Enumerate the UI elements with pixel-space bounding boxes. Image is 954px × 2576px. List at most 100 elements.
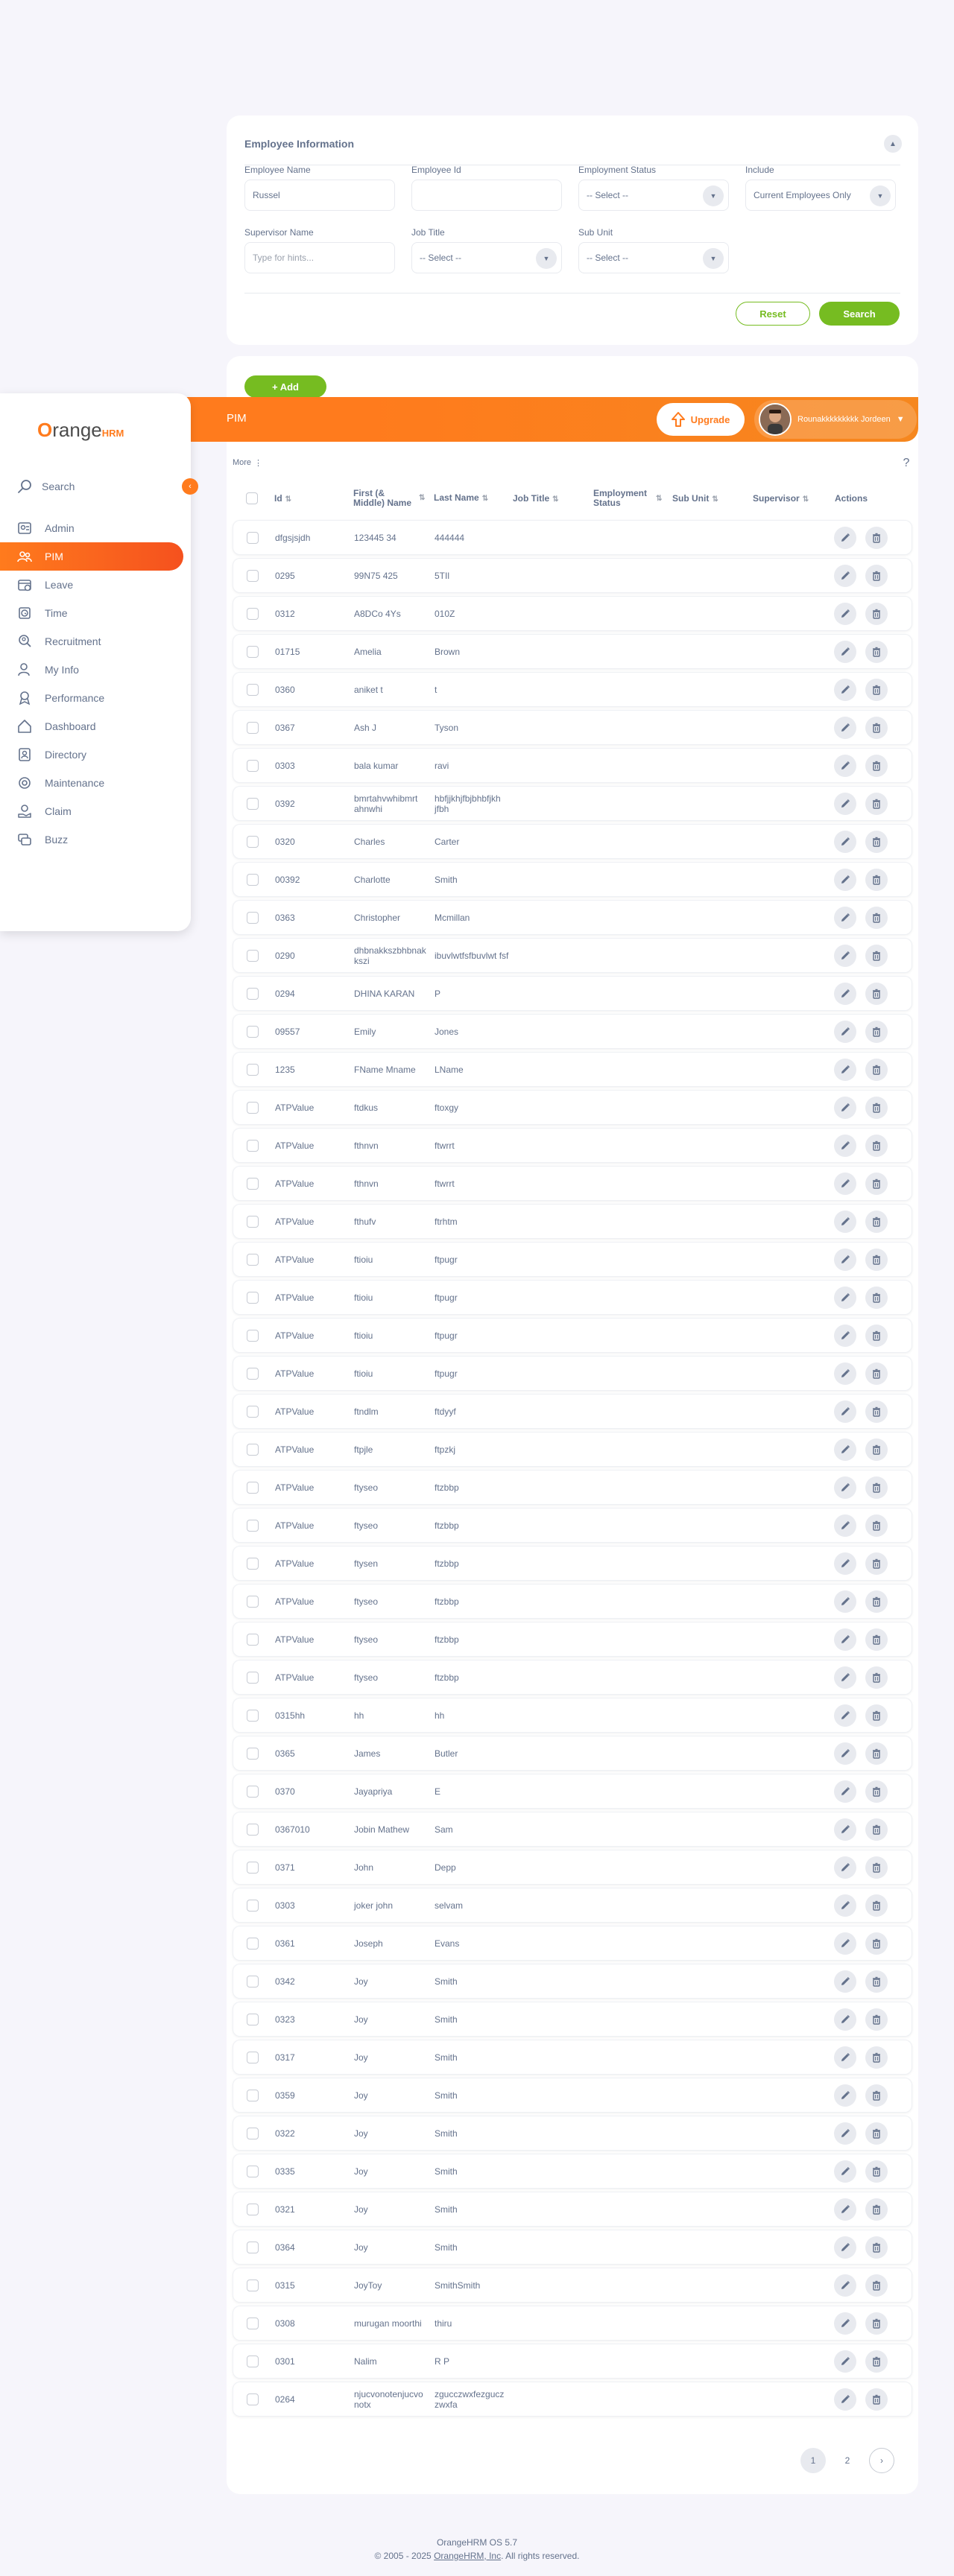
row-checkbox[interactable] [247, 531, 259, 544]
delete-icon[interactable] [865, 2312, 888, 2335]
sort-icon[interactable]: ⇅ [803, 495, 809, 504]
sidebar-collapse-icon[interactable]: ‹ [182, 478, 198, 495]
delete-icon[interactable] [865, 640, 888, 663]
table-row[interactable]: 0365 James Butler [233, 1736, 912, 1771]
table-row[interactable]: 0364 Joy Smith [233, 2230, 912, 2265]
table-row[interactable]: 0315hh hh hh [233, 1698, 912, 1733]
edit-icon[interactable] [834, 1438, 856, 1461]
edit-icon[interactable] [834, 1210, 856, 1233]
delete-icon[interactable] [865, 1552, 888, 1575]
orangehrm-logo[interactable]: OrangeHRM [37, 419, 124, 442]
row-checkbox[interactable] [247, 2393, 259, 2405]
delete-icon[interactable] [865, 830, 888, 853]
row-checkbox[interactable] [247, 1025, 259, 1038]
row-checkbox[interactable] [247, 1975, 259, 1987]
sidebar-item-maintenance[interactable]: Maintenance [0, 769, 191, 797]
row-checkbox[interactable] [247, 2013, 259, 2025]
delete-icon[interactable] [865, 2388, 888, 2411]
edit-icon[interactable] [834, 2160, 856, 2183]
table-row[interactable]: 0264 njucvonotenjucvo notx zgucczwxfezgucz… [233, 2382, 912, 2417]
row-checkbox[interactable] [247, 1443, 259, 1456]
row-checkbox[interactable] [247, 2279, 259, 2291]
edit-icon[interactable] [834, 1628, 856, 1651]
delete-icon[interactable] [865, 1248, 888, 1271]
delete-icon[interactable] [865, 716, 888, 739]
user-dropdown[interactable]: Rounakkkkkkkkk Jordeen ▼ [754, 400, 917, 439]
table-row[interactable]: 0308 murugan moorthi thiru [233, 2306, 912, 2341]
delete-icon[interactable] [865, 1856, 888, 1879]
edit-icon[interactable] [834, 564, 856, 587]
sidebar-item-performance[interactable]: Performance [0, 684, 191, 712]
table-row[interactable]: 0290 dhbnakkszbhbnak kszi ibuvlwtfsfbuvlwt… [233, 938, 912, 973]
sidebar-item-pim[interactable]: PIM [0, 542, 183, 571]
sidebar-item-leave[interactable]: Leave [0, 571, 191, 599]
sidebar-item-my-info[interactable]: My Info [0, 656, 191, 684]
column-header-first-name[interactable]: First (& Middle) Name ⇅ [350, 489, 431, 508]
row-checkbox[interactable] [247, 759, 259, 772]
delete-icon[interactable] [865, 1286, 888, 1309]
edit-icon[interactable] [834, 2198, 856, 2221]
select-all-checkbox[interactable] [246, 492, 258, 504]
delete-icon[interactable] [865, 1666, 888, 1689]
table-row[interactable]: 0315 JoyToy SmithSmith [233, 2268, 912, 2303]
edit-icon[interactable] [834, 526, 856, 549]
edit-icon[interactable] [834, 944, 856, 967]
delete-icon[interactable] [865, 868, 888, 891]
column-header-last-name[interactable]: Last Name ⇅ [431, 492, 510, 504]
row-checkbox[interactable] [247, 721, 259, 734]
delete-icon[interactable] [865, 2350, 888, 2373]
delete-icon[interactable] [865, 906, 888, 929]
table-row[interactable]: 0294 DHINA KARAN P [233, 976, 912, 1011]
table-row[interactable]: ATPValue ftioiu ftpugr [233, 1280, 912, 1315]
table-row[interactable]: ATPValue ftioiu ftpugr [233, 1242, 912, 1277]
row-checkbox[interactable] [247, 2051, 259, 2063]
row-checkbox[interactable] [247, 1291, 259, 1304]
column-header-supervisor[interactable]: Supervisor ⇅ [750, 493, 829, 504]
edit-icon[interactable] [834, 2236, 856, 2259]
column-header-sub-unit[interactable]: Sub Unit ⇅ [669, 493, 750, 504]
sort-icon[interactable]: ⇅ [482, 495, 488, 503]
edit-icon[interactable] [834, 2388, 856, 2411]
edit-icon[interactable] [834, 1514, 856, 1537]
sub-unit-select[interactable]: -- Select -- ▼ [578, 242, 729, 273]
table-row[interactable]: ATPValue ftndlm ftdyyf [233, 1394, 912, 1429]
edit-icon[interactable] [834, 1666, 856, 1689]
column-header-employment-status[interactable]: Employment Status ⇅ [590, 489, 669, 508]
include-select[interactable]: Current Employees Only ▼ [745, 180, 896, 211]
edit-icon[interactable] [834, 2008, 856, 2031]
row-checkbox[interactable] [247, 1519, 259, 1532]
table-row[interactable]: 0295 99N75 425 5TIl [233, 558, 912, 593]
row-checkbox[interactable] [247, 1063, 259, 1076]
edit-icon[interactable] [834, 2274, 856, 2297]
table-row[interactable]: 00392 Charlotte Smith [233, 862, 912, 897]
row-checkbox[interactable] [247, 2355, 259, 2367]
table-row[interactable]: ATPValue ftyseo ftzbbp [233, 1660, 912, 1695]
table-row[interactable]: ATPValue ftyseo ftzbbp [233, 1622, 912, 1657]
table-row[interactable]: 0303 bala kumar ravi [233, 748, 912, 783]
delete-icon[interactable] [865, 1818, 888, 1841]
upgrade-button[interactable]: Upgrade [657, 403, 745, 436]
delete-icon[interactable] [865, 2084, 888, 2107]
edit-icon[interactable] [834, 716, 856, 739]
table-row[interactable]: 0370 Jayapriya E [233, 1774, 912, 1809]
row-checkbox[interactable] [247, 1785, 259, 1798]
edit-icon[interactable] [834, 1362, 856, 1385]
table-row[interactable]: ATPValue fthnvn ftwrrt [233, 1128, 912, 1163]
edit-icon[interactable] [834, 754, 856, 777]
table-row[interactable]: 0322 Joy Smith [233, 2116, 912, 2151]
collapse-up-icon[interactable]: ▲ [884, 135, 902, 153]
delete-icon[interactable] [865, 1476, 888, 1499]
sidebar-item-buzz[interactable]: Buzz [0, 825, 191, 854]
row-checkbox[interactable] [247, 1367, 259, 1380]
sidebar-search-input[interactable]: Search [16, 477, 173, 496]
delete-icon[interactable] [865, 1628, 888, 1651]
table-row[interactable]: ATPValue ftyseo ftzbbp [233, 1508, 912, 1543]
employment-status-select[interactable]: -- Select -- ▼ [578, 180, 729, 211]
row-checkbox[interactable] [247, 1139, 259, 1152]
table-row[interactable]: 0321 Joy Smith [233, 2192, 912, 2227]
delete-icon[interactable] [865, 1894, 888, 1917]
sort-icon[interactable]: ⇅ [656, 495, 662, 503]
table-row[interactable]: ATPValue ftyseo ftzbbp [233, 1584, 912, 1619]
delete-icon[interactable] [865, 1932, 888, 1955]
row-checkbox[interactable] [247, 1937, 259, 1950]
